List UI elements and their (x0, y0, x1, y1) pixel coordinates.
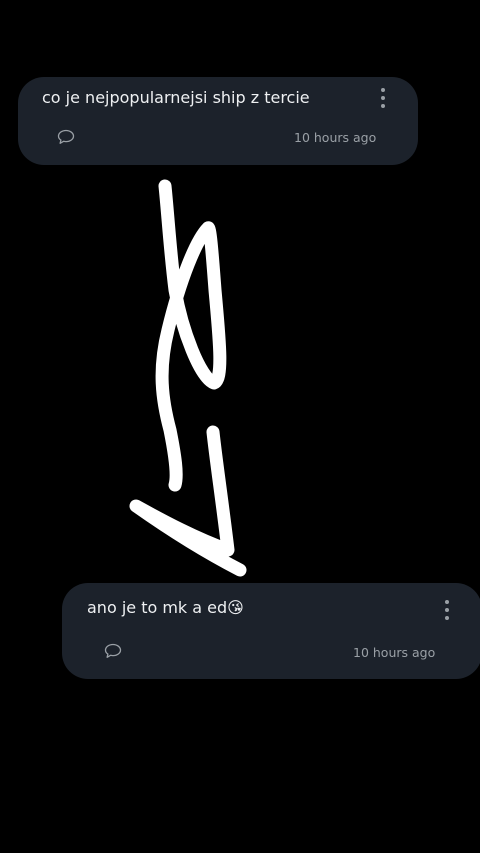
comment-icon[interactable] (104, 643, 122, 659)
post-text: co je nejpopularnejsi ship z tercie (42, 88, 310, 107)
drawing-stroke-lower (129, 425, 247, 577)
post-text: ano je to mk a ed😘 (87, 598, 244, 617)
drawing-stroke-upper (155, 179, 227, 492)
post-timestamp: 10 hours ago (353, 645, 436, 660)
more-vertical-icon[interactable] (442, 600, 452, 622)
post-card[interactable]: ano je to mk a ed😘 10 hours ago (62, 583, 480, 679)
post-card[interactable]: co je nejpopularnejsi ship z tercie 10 h… (18, 77, 418, 165)
post-timestamp: 10 hours ago (294, 130, 377, 145)
post-text-body: ano je to mk a ed (87, 598, 228, 617)
kiss-emoji: 😘 (227, 598, 244, 617)
more-vertical-icon[interactable] (378, 88, 388, 110)
comment-icon[interactable] (57, 129, 75, 145)
